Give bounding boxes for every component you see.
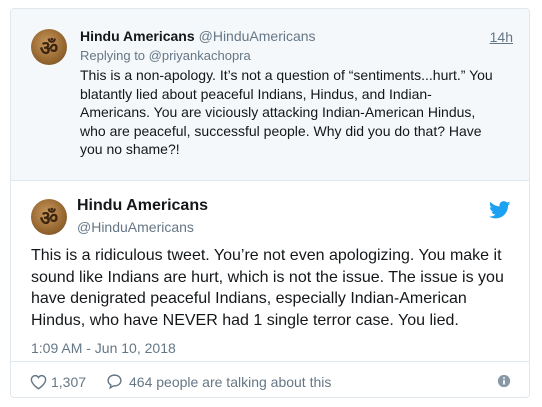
main-tweet-text: This is a ridiculous tweet. You’re not e… (31, 247, 504, 329)
main-handle[interactable]: @HinduAmericans (77, 219, 194, 235)
parent-handle[interactable]: @HinduAmericans (199, 28, 316, 44)
main-timestamp-link[interactable]: 1:09 AM - Jun 10, 2018 (31, 340, 176, 356)
replying-prefix: Replying to (80, 48, 149, 63)
tweet-actions-bar: 1,307 464 people are talking about this (11, 361, 529, 397)
parent-display-name[interactable]: Hindu Americans (80, 28, 195, 44)
main-avatar[interactable]: ॐ (31, 199, 67, 235)
main-display-name[interactable]: Hindu Americans (77, 197, 208, 215)
replying-to-handle-link[interactable]: @priyankachopra (149, 48, 251, 63)
talking-about-link[interactable]: 464 people are talking about this (129, 374, 331, 390)
info-icon[interactable] (497, 374, 511, 388)
parent-tweet[interactable]: ॐ Hindu Americans @HinduAmericans 14h Rep… (11, 9, 529, 181)
parent-author[interactable]: Hindu Americans @HinduAmericans (80, 28, 316, 44)
parent-timestamp-link[interactable]: 14h (490, 29, 513, 45)
heart-icon[interactable] (30, 374, 47, 390)
parent-tweet-text: This is a non-apology. It’s not a questi… (80, 67, 493, 157)
parent-avatar[interactable]: ॐ (31, 29, 67, 65)
twitter-bird-icon[interactable] (489, 201, 511, 219)
like-count[interactable]: 1,307 (51, 374, 86, 390)
tweet-embed-card: ॐ Hindu Americans @HinduAmericans 14h Rep… (10, 8, 530, 398)
replying-to: Replying to @priyankachopra (80, 48, 251, 63)
speech-bubble-icon[interactable] (106, 373, 123, 390)
